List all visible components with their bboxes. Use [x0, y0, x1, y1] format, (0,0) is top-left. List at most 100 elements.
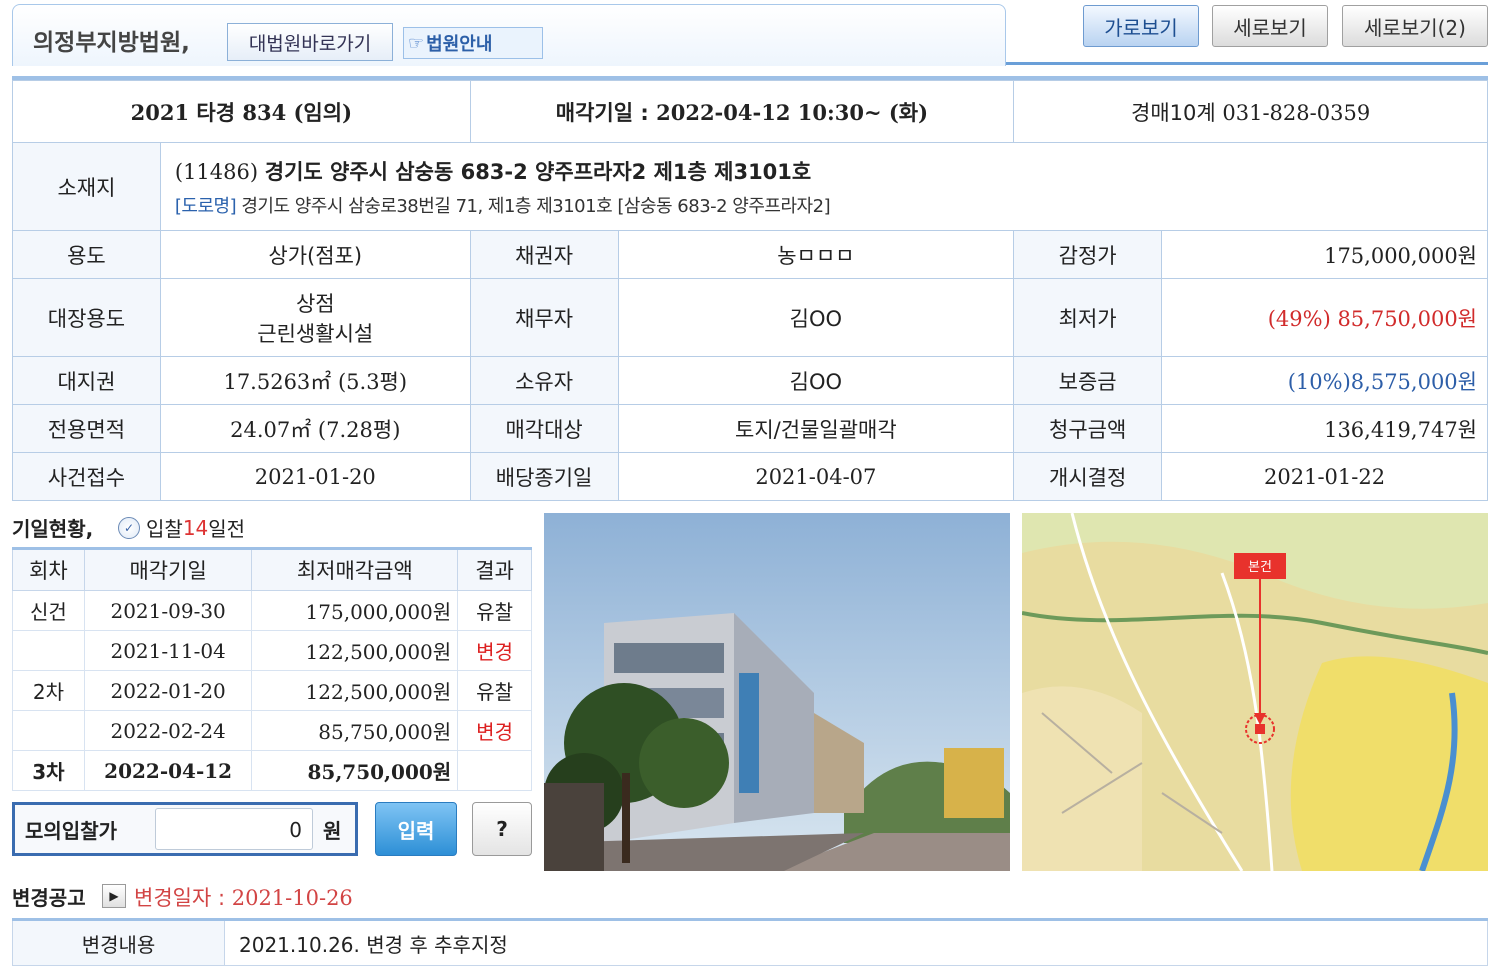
detail-row: 용도 상가(점포) 채권자 농ㅁㅁㅁ 감정가 175,000,000원: [12, 230, 1488, 279]
creditor-label: 채권자: [469, 230, 619, 279]
play-arrow-icon[interactable]: ▶: [102, 884, 126, 908]
start-label: 개시결정: [1013, 452, 1163, 501]
table-row: 3차 2022-04-12 85,750,000원: [12, 750, 532, 791]
map-image: 본건: [1022, 513, 1488, 871]
round: 신건: [12, 590, 85, 631]
round: 2차: [12, 670, 85, 711]
court-tab: 의정부지방법원, 대법원바로가기 ☞ 법원안내: [12, 4, 1006, 66]
location-map[interactable]: 본건: [1022, 513, 1488, 871]
case-header-row: 2021 타경 834 (임의) 매각기일 : 2022-04-12 10:30…: [12, 80, 1488, 143]
use-label: 용도: [12, 230, 161, 279]
amount: 122,500,000원: [251, 670, 459, 711]
received-value: 2021-01-20: [159, 452, 471, 501]
location-label: 소재지: [12, 142, 161, 231]
land-right-label: 대지권: [12, 356, 161, 405]
amount: 85,750,000원: [251, 710, 459, 751]
street-view-image: [544, 513, 1010, 871]
case-number: 2021 타경 834 (임의): [12, 80, 471, 143]
change-date-label: 변경일자 :: [134, 886, 226, 910]
road-address: 경기도 양주시 삼숭로38번길 71, 제1층 제3101호 [삼숭동 683-…: [241, 195, 831, 217]
round: [12, 630, 85, 671]
received-label: 사건접수: [12, 452, 161, 501]
vertical-view-button[interactable]: 세로보기: [1212, 5, 1328, 47]
change-content-label: 변경내용: [12, 918, 225, 966]
owner-value: 김OO: [617, 356, 1015, 405]
bid-prefix: 입찰: [146, 517, 183, 541]
amount: 85,750,000원: [251, 750, 459, 791]
round: 3차: [12, 750, 85, 791]
map-tag: 본건: [1248, 560, 1272, 575]
claim-value: 136,419,747원: [1161, 404, 1488, 453]
dividend-label: 배당종기일: [469, 452, 619, 501]
change-notice-table: 변경내용 2021.10.26. 변경 후 추후지정: [12, 918, 1488, 966]
mock-bid-submit-button[interactable]: 입력: [375, 802, 457, 856]
mock-bid-unit: 원: [323, 818, 342, 843]
horizontal-view-button[interactable]: 가로보기: [1083, 5, 1199, 47]
table-row: 2022-02-24 85,750,000원 변경: [12, 710, 532, 751]
detail-row: 전용면적 24.07㎡ (7.28평) 매각대상 토지/건물일괄매각 청구금액 …: [12, 404, 1488, 453]
deposit-label: 보증금: [1013, 356, 1163, 405]
amount: 175,000,000원: [251, 590, 459, 631]
location-row: 소재지 (11486) 경기도 양주시 삼숭동 683-2 양주프라자2 제1층…: [12, 142, 1489, 231]
min-price-label: 최저가: [1013, 278, 1163, 357]
detail-row: 사건접수 2021-01-20 배당종기일 2021-04-07 개시결정 20…: [12, 452, 1488, 501]
date: 2022-01-20: [83, 670, 253, 711]
area-value: 24.07㎡ (7.28평): [159, 404, 471, 453]
ledger-use-value: 상점 근린생활시설: [159, 278, 471, 357]
court-guide-button[interactable]: ☞ 법원안내: [403, 27, 543, 59]
ledger-use-value-2: 근린생활시설: [257, 321, 374, 346]
ledger-use-value-1: 상점: [295, 291, 335, 316]
court-guide-label: 법원안내: [426, 34, 493, 55]
col-amount: 최저매각금액: [251, 547, 459, 591]
header-divider: [1006, 62, 1488, 65]
sale-target-value: 토지/건물일괄매각: [617, 404, 1015, 453]
change-notice-title: 변경공고: [12, 886, 86, 910]
department-phone: 031-828-0359: [1222, 100, 1371, 125]
table-row: 2차 2022-01-20 122,500,000원 유찰: [12, 670, 532, 711]
location-address: (11486) 경기도 양주시 삼숭동 683-2 양주프라자2 제1층 제31…: [159, 142, 1489, 231]
date: 2022-02-24: [83, 710, 253, 751]
debtor-value: 김OO: [617, 278, 1015, 357]
appraisal-label: 감정가: [1013, 230, 1163, 279]
land-right-value: 17.5263㎡ (5.3평): [159, 356, 471, 405]
check-icon: ✓: [118, 516, 140, 539]
vertical-view-2-button[interactable]: 세로보기(2): [1342, 5, 1488, 47]
change-date-value: 2021-10-26: [231, 886, 353, 910]
detail-row: 대장용도 상점 근린생활시설 채무자 김OO 최저가 (49%) 85,750,…: [12, 278, 1488, 357]
table-row: 2021-11-04 122,500,000원 변경: [12, 630, 532, 671]
date: 2022-04-12: [83, 750, 253, 791]
bid-countdown: ✓ 입찰 14 일전: [118, 513, 245, 542]
header: 의정부지방법원, 대법원바로가기 ☞ 법원안내 가로보기 세로보기 세로보기(2…: [0, 0, 1500, 70]
help-button[interactable]: ?: [472, 802, 532, 856]
department-name: 경매10계: [1131, 100, 1216, 125]
mock-bid-input[interactable]: 0: [155, 808, 313, 850]
sale-date: 매각기일 : 2022-04-12 10:30~ (화): [469, 80, 1015, 143]
round: [12, 710, 85, 751]
pointing-hand-icon: ☞: [408, 32, 425, 54]
date: 2021-11-04: [83, 630, 253, 671]
creditor-value: 농ㅁㅁㅁ: [617, 230, 1015, 279]
amount: 122,500,000원: [251, 630, 459, 671]
bid-days: 14: [182, 515, 209, 540]
sale-date-label: 매각기일 :: [555, 100, 649, 125]
department: 경매10계 031-828-0359: [1013, 80, 1488, 143]
property-photo[interactable]: [544, 513, 1010, 871]
date: 2021-09-30: [83, 590, 253, 631]
change-row: 변경내용 2021.10.26. 변경 후 추후지정: [12, 918, 1488, 966]
change-content-value: 2021.10.26. 변경 후 추후지정: [224, 918, 1488, 966]
claim-label: 청구금액: [1013, 404, 1163, 453]
deposit-value: (10%)8,575,000원: [1161, 356, 1488, 405]
supreme-court-link-button[interactable]: 대법원바로가기: [227, 23, 393, 61]
col-date: 매각기일: [83, 547, 253, 591]
ledger-use-label: 대장용도: [12, 278, 161, 357]
min-price-value: (49%) 85,750,000원: [1161, 278, 1488, 357]
result: 유찰: [457, 590, 532, 631]
area-label: 전용면적: [12, 404, 161, 453]
sale-date-value: 2022-04-12 10:30~ (화): [656, 99, 929, 125]
lot-address: 경기도 양주시 삼숭동 683-2 양주프라자2 제1층 제3101호: [264, 159, 812, 184]
result: 변경: [457, 710, 532, 751]
case-info-table: 2021 타경 834 (임의) 매각기일 : 2022-04-12 10:30…: [12, 80, 1489, 501]
table-row: 신건 2021-09-30 175,000,000원 유찰: [12, 590, 532, 631]
col-round: 회차: [12, 547, 85, 591]
sale-target-label: 매각대상: [469, 404, 619, 453]
